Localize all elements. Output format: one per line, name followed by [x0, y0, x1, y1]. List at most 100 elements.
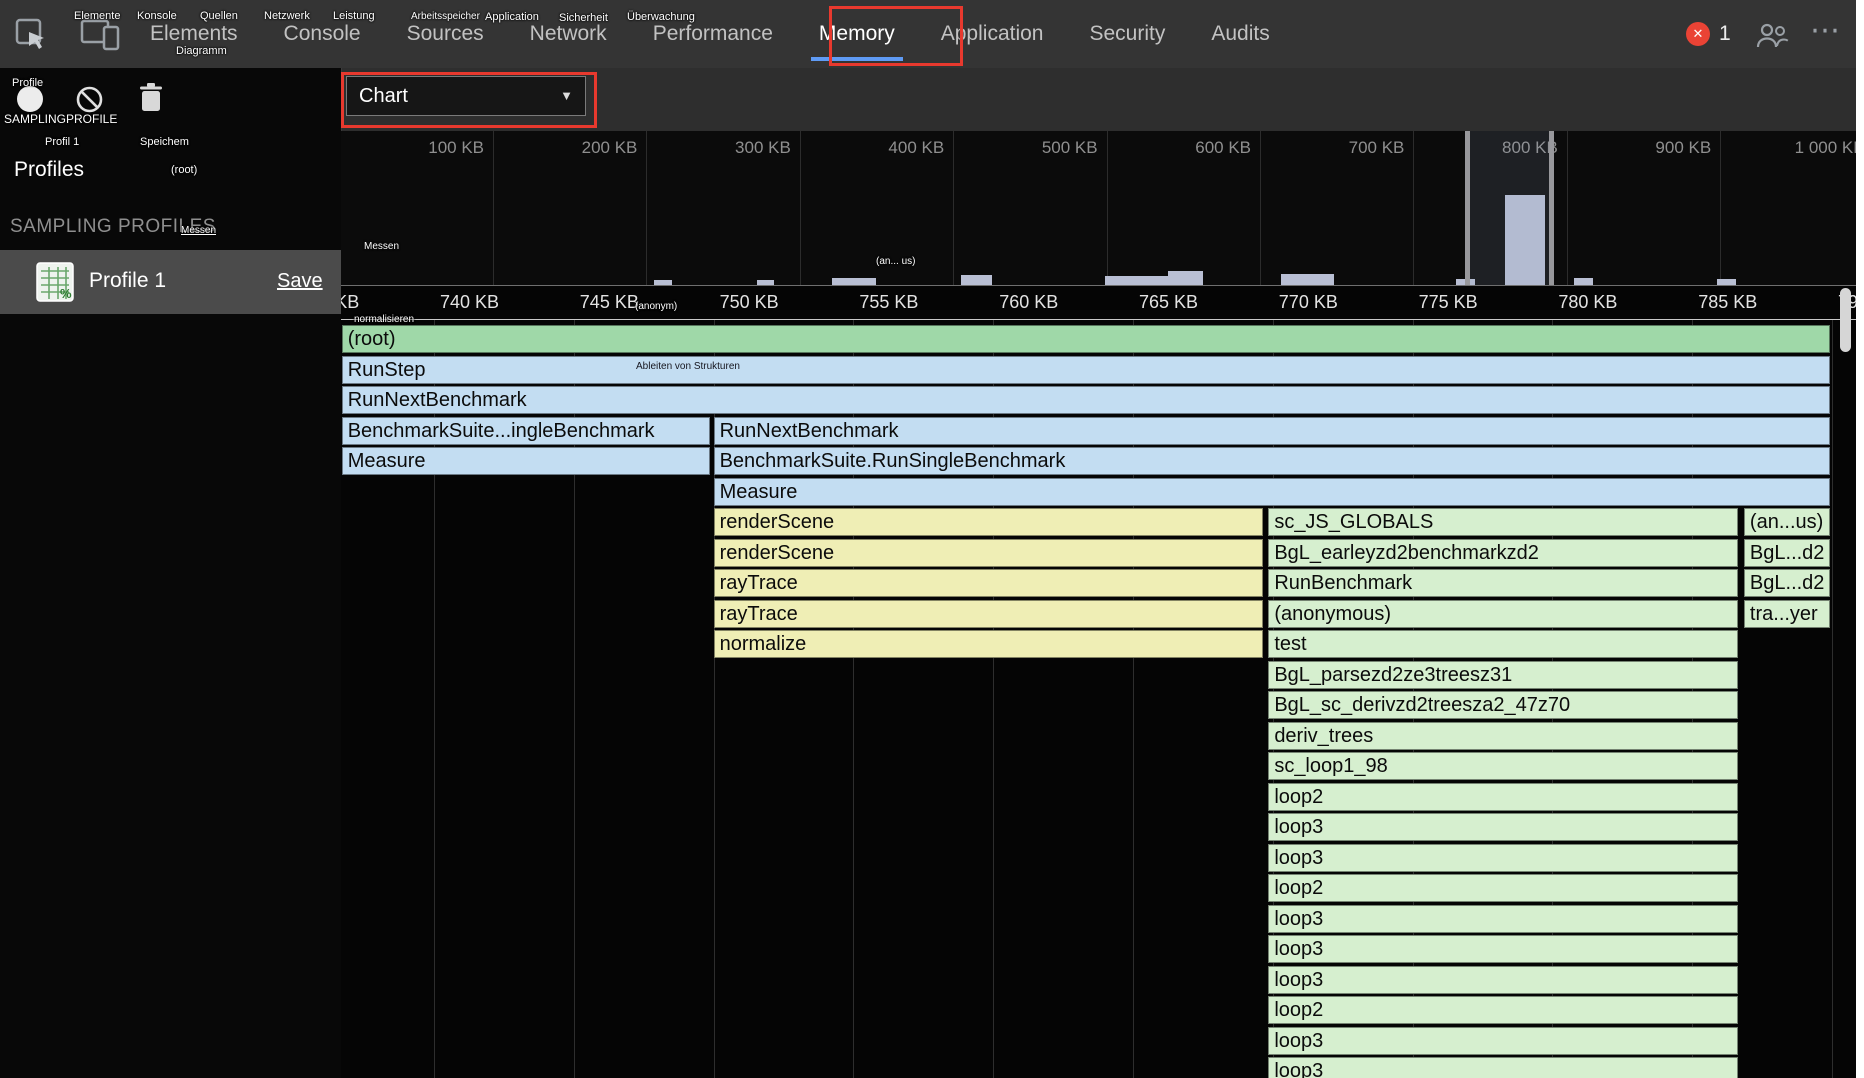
flame-bar[interactable]: loop3 — [1268, 813, 1738, 841]
flame-bar[interactable]: RunNextBenchmark — [714, 417, 1830, 445]
flame-bar[interactable]: rayTrace — [714, 600, 1264, 628]
flame-bar[interactable]: BgL_parsezd2ze3treesz31 — [1268, 661, 1738, 689]
flame-bar[interactable]: (anonymous) — [1268, 600, 1738, 628]
overview-tick-label: 1 000 KB — [1715, 138, 1856, 158]
view-mode-select[interactable]: Chart ▼ — [346, 76, 586, 116]
flame-bar[interactable]: sc_loop1_98 — [1268, 752, 1738, 780]
error-count: 1 — [1719, 22, 1731, 46]
flame-bar[interactable]: rayTrace — [714, 569, 1264, 597]
flame-bar[interactable]: BenchmarkSuite...ingleBenchmark — [342, 417, 710, 445]
ruler-tick-label: 760 KB — [999, 292, 1058, 313]
overview-tick-label: 900 KB — [1561, 138, 1711, 158]
record-heap-profile-button[interactable] — [17, 86, 43, 112]
flame-bar[interactable]: sc_JS_GLOBALS — [1268, 508, 1738, 536]
ruler-tick-label: 775 KB — [1419, 292, 1478, 313]
window-edge — [1856, 0, 1864, 1078]
tab-sources[interactable]: Sources — [407, 0, 484, 68]
error-badge[interactable]: ✕ 1 — [1686, 22, 1731, 46]
heap-profile-icon: % — [33, 260, 77, 309]
overview-tick-label: 700 KB — [1254, 138, 1404, 158]
flame-bar[interactable]: loop3 — [1268, 905, 1738, 933]
flame-bar[interactable]: BgL_earleyzd2benchmarkzd2 — [1268, 539, 1738, 567]
overview-tick-label: 300 KB — [641, 138, 791, 158]
users-icon[interactable] — [1755, 22, 1789, 55]
overview-bar — [1168, 271, 1203, 285]
ruler-tick-label: 785 KB — [1698, 292, 1757, 313]
panel-tabs: Elements Console Sources Network Performance… — [150, 0, 1270, 68]
flame-bar[interactable]: deriv_trees — [1268, 722, 1738, 750]
flame-bar[interactable]: loop2 — [1268, 874, 1738, 902]
flame-bar[interactable]: Measure — [714, 478, 1830, 506]
tab-application[interactable]: Application — [941, 0, 1044, 68]
device-toolbar-icon[interactable] — [80, 17, 120, 56]
flame-bar[interactable]: BgL_sc_derivzd2treesza2_47z70 — [1268, 691, 1738, 719]
delete-profile-icon[interactable] — [139, 82, 163, 118]
flame-bar[interactable]: loop3 — [1268, 935, 1738, 963]
clear-profiles-icon[interactable] — [74, 84, 105, 120]
flame-bar[interactable]: Measure — [342, 447, 710, 475]
ruler-tick-label: 780 KB — [1558, 292, 1617, 313]
tab-network[interactable]: Network — [530, 0, 607, 68]
tab-memory[interactable]: Memory — [819, 0, 895, 68]
flame-bar[interactable]: (an...us) — [1744, 508, 1830, 536]
inspect-element-icon[interactable] — [14, 17, 48, 56]
flame-bar[interactable]: renderScene — [714, 508, 1264, 536]
overflow-menu-icon[interactable]: ⋯ — [1810, 13, 1841, 48]
profile-name: Profile 1 — [89, 269, 166, 293]
flame-bar[interactable]: loop2 — [1268, 783, 1738, 811]
flame-bar[interactable]: test — [1268, 630, 1738, 658]
overview-tick-label: 100 KB — [341, 138, 484, 158]
selection-handle-left[interactable] — [1465, 131, 1470, 285]
overview-tick-label: 400 KB — [794, 138, 944, 158]
flame-bar[interactable]: RunStep — [342, 356, 1830, 384]
vertical-scrollbar-thumb[interactable] — [1840, 288, 1851, 352]
flame-bar[interactable]: (root) — [342, 325, 1830, 353]
profiles-title: Profiles — [14, 158, 84, 182]
flame-bar[interactable]: BenchmarkSuite.RunSingleBenchmark — [714, 447, 1830, 475]
flame-bar[interactable]: loop2 — [1268, 996, 1738, 1024]
ruler-tick-label: 745 KB — [580, 292, 639, 313]
sidebar-item-profile-1[interactable]: % Profile 1 Save — [0, 250, 341, 314]
ruler-tick-label: 770 KB — [1279, 292, 1338, 313]
flamechart-rows: (root)RunStepRunNextBenchmarkBenchmarkSu… — [341, 320, 1856, 1078]
flame-gridline — [1832, 320, 1833, 1078]
profiles-sidebar: Profiles SAMPLING PROFILES % Profile 1 S… — [0, 68, 342, 1078]
flame-bar[interactable]: normalize — [714, 630, 1264, 658]
svg-text:%: % — [60, 286, 72, 301]
sampling-profiles-section-header: SAMPLING PROFILES — [10, 216, 216, 238]
flame-bar[interactable]: loop3 — [1268, 1027, 1738, 1055]
tab-performance[interactable]: Performance — [653, 0, 773, 68]
view-mode-value: Chart — [359, 85, 408, 107]
overview-tick-label: 500 KB — [948, 138, 1098, 158]
tab-security[interactable]: Security — [1089, 0, 1165, 68]
error-icon: ✕ — [1686, 22, 1710, 46]
overview-tick-label: 200 KB — [487, 138, 637, 158]
overview-bar — [1105, 276, 1168, 285]
flame-bar[interactable]: RunNextBenchmark — [342, 386, 1830, 414]
flame-bar[interactable]: loop3 — [1268, 844, 1738, 872]
overview-selection-window[interactable] — [1467, 131, 1551, 285]
flame-bar[interactable]: BgL...d2 — [1744, 569, 1830, 597]
overview-bar — [832, 278, 876, 285]
flame-bar[interactable]: tra...yer — [1744, 600, 1830, 628]
overview-tick-label: 600 KB — [1101, 138, 1251, 158]
overview-bar — [961, 275, 992, 285]
tab-console[interactable]: Console — [284, 0, 361, 68]
flame-bar[interactable]: renderScene — [714, 539, 1264, 567]
overview-bar — [1281, 274, 1333, 285]
flamechart-ruler: 735 KB740 KB745 KB750 KB755 KB760 KB765 … — [341, 285, 1856, 320]
tab-audits[interactable]: Audits — [1211, 0, 1269, 68]
memory-panel-toolbar: Chart ▼ — [342, 68, 1856, 131]
flame-bar[interactable]: RunBenchmark — [1268, 569, 1738, 597]
tab-elements[interactable]: Elements — [150, 0, 238, 68]
memory-overview-strip: 100 KB200 KB300 KB400 KB500 KB600 KB700 … — [341, 131, 1856, 285]
flame-bar[interactable]: loop3 — [1268, 966, 1738, 994]
ruler-tick-label: 750 KB — [720, 292, 779, 313]
selection-handle-right[interactable] — [1549, 131, 1554, 285]
ruler-tick-label: 740 KB — [440, 292, 499, 313]
save-profile-link[interactable]: Save — [277, 270, 323, 293]
ruler-tick-label: 755 KB — [859, 292, 918, 313]
main-toolbar: Elements Console Sources Network Performance… — [0, 0, 1864, 69]
flame-bar[interactable]: BgL...d2 — [1744, 539, 1830, 567]
flame-bar[interactable]: loop3 — [1268, 1057, 1738, 1078]
